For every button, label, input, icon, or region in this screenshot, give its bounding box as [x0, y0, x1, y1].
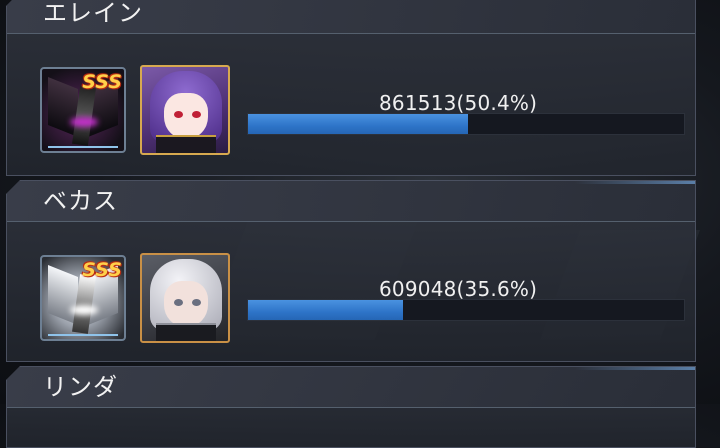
sss-rank-badge-icon: SSS [82, 259, 122, 281]
player-name: リンダ [43, 373, 118, 401]
mech-portrait-icon[interactable]: SSS [40, 67, 126, 153]
damage-progress-bar [247, 113, 685, 135]
player-name: エレイン [43, 0, 143, 27]
damage-progress-fill [248, 114, 468, 134]
damage-value: 861513(50.4%) [379, 91, 538, 115]
character-portrait-icon[interactable] [140, 253, 230, 343]
player-card-header: エレイン [7, 0, 695, 34]
damage-value: 609048(35.6%) [379, 277, 538, 301]
player-card[interactable]: リンダ [6, 366, 696, 448]
player-card[interactable]: エレイン SSS 861513(50.4%) [6, 0, 696, 176]
player-card-header: リンダ [7, 367, 695, 408]
damage-progress-fill [248, 300, 404, 320]
damage-progress-bar [247, 299, 685, 321]
player-name: ベカス [43, 187, 118, 215]
player-card[interactable]: ベカス SSS 609048(35.6%) [6, 180, 696, 362]
player-card-header: ベカス [7, 181, 695, 222]
mech-portrait-icon[interactable]: SSS [40, 255, 126, 341]
sss-rank-badge-icon: SSS [82, 71, 122, 93]
character-portrait-icon[interactable] [140, 65, 230, 155]
